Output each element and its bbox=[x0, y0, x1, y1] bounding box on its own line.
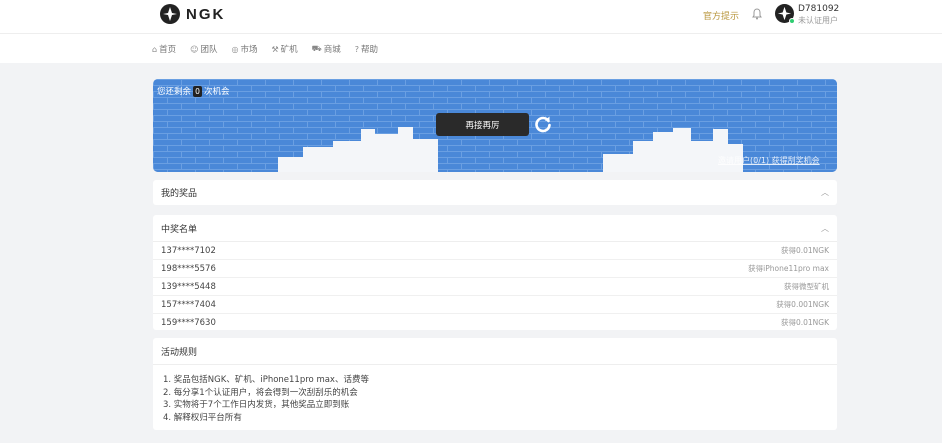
nav-item-home[interactable]: ⌂ 首页 bbox=[152, 43, 177, 56]
nav-item-market[interactable]: ◎ 市场 bbox=[231, 43, 258, 56]
online-status-dot bbox=[789, 18, 795, 24]
user-id: D781092 bbox=[798, 4, 840, 14]
winner-prize: 获得0.01NGK bbox=[780, 318, 829, 327]
rule-item: 2. 每分享1个认证用户，将会得到一次刮刮乐的机会 bbox=[163, 387, 358, 398]
winner-prize: 获得iPhone11pro max bbox=[748, 264, 829, 273]
avatar[interactable] bbox=[775, 4, 795, 24]
remain-suffix: 次机会 bbox=[204, 87, 230, 97]
nav-item-team[interactable]: ☺ 团队 bbox=[190, 43, 218, 56]
chevron-up-icon[interactable]: ︿ bbox=[821, 223, 829, 234]
winner-phone: 198****5576 bbox=[161, 263, 216, 274]
main-nav: ⌂ 首页 ☺ 团队 ◎ 市场 ⚒ 矿机 ⛟ 商城 ? 帮助 bbox=[0, 33, 942, 63]
table-row: 157****7404 获得0.001NGK bbox=[153, 296, 837, 314]
my-prizes-title: 我的奖品 bbox=[161, 188, 198, 199]
rules-list: 1. 奖品包括NGK、矿机、iPhone11pro max、话费等 2. 每分享… bbox=[153, 365, 837, 433]
bell-icon[interactable] bbox=[751, 8, 763, 20]
table-row: 139****5448 获得微型矿机 bbox=[153, 278, 837, 296]
invite-users-link[interactable]: 邀请用户(0/1) 获得刮奖机会 bbox=[718, 155, 820, 166]
nav-label: 首页 bbox=[159, 45, 177, 55]
rules-panel: 活动规则 1. 奖品包括NGK、矿机、iPhone11pro max、话费等 2… bbox=[153, 338, 837, 430]
help-icon: ? bbox=[354, 44, 359, 54]
remaining-chances: 您还剩余 0 次机会 bbox=[157, 85, 230, 97]
nav-item-help[interactable]: ? 帮助 bbox=[354, 43, 378, 56]
nav-label: 市场 bbox=[240, 45, 258, 55]
my-prizes-header[interactable]: 我的奖品 ︿ bbox=[153, 180, 837, 204]
winner-prize: 获得0.01NGK bbox=[780, 246, 829, 255]
official-notice-link[interactable]: 官方提示 bbox=[703, 9, 739, 22]
rule-item: 1. 奖品包括NGK、矿机、iPhone11pro max、话费等 bbox=[163, 375, 369, 385]
table-row: 137****7102 获得0.01NGK bbox=[153, 242, 837, 260]
rules-header: 活动规则 bbox=[153, 338, 837, 365]
refresh-icon[interactable] bbox=[533, 114, 553, 134]
remain-count-badge: 0 bbox=[193, 85, 203, 97]
rules-title: 活动规则 bbox=[161, 347, 198, 358]
home-icon: ⌂ bbox=[152, 44, 158, 54]
top-header: NGK 官方提示 D781092 未认证用户 bbox=[0, 0, 942, 33]
scratch-card[interactable]: 您还剩余 0 次机会 再接再厉 邀请用户(0/1) 获得刮奖机会 bbox=[153, 79, 837, 172]
cart-icon: ⛟ bbox=[311, 44, 322, 53]
rule-item: 3. 实物将于7个工作日内发货，其他奖品立即到账 bbox=[163, 400, 350, 410]
miner-icon: ⚒ bbox=[271, 44, 279, 54]
winners-header[interactable]: 中奖名单 ︿ bbox=[153, 215, 837, 242]
winner-prize: 获得微型矿机 bbox=[784, 282, 829, 291]
chevron-up-icon[interactable]: ︿ bbox=[821, 187, 829, 198]
table-row: 159****7630 获得0.01NGK bbox=[153, 314, 837, 330]
team-icon: ☺ bbox=[190, 44, 199, 54]
nav-label: 帮助 bbox=[360, 45, 378, 55]
nav-label: 商城 bbox=[323, 45, 341, 55]
nav-label: 矿机 bbox=[280, 45, 298, 55]
nav-label: 团队 bbox=[200, 45, 218, 55]
winners-title: 中奖名单 bbox=[161, 224, 198, 235]
winner-prize: 获得0.001NGK bbox=[776, 300, 829, 309]
my-prizes-panel: 我的奖品 ︿ bbox=[153, 180, 837, 205]
nav-item-mall[interactable]: ⛟ 商城 bbox=[312, 43, 341, 55]
brand-logo[interactable]: NGK bbox=[160, 4, 225, 24]
winner-phone: 137****7102 bbox=[161, 245, 216, 256]
remain-prefix: 您还剩余 bbox=[157, 87, 192, 97]
winner-phone: 159****7630 bbox=[161, 317, 216, 328]
brand-name: NGK bbox=[186, 5, 226, 23]
winner-phone: 139****5448 bbox=[161, 281, 216, 292]
rule-item: 4. 解释权归平台所有 bbox=[163, 412, 242, 423]
user-status: 未认证用户 bbox=[798, 16, 838, 25]
winners-panel: 中奖名单 ︿ 137****7102 获得0.01NGK 198****5576… bbox=[153, 215, 837, 330]
market-icon: ◎ bbox=[231, 44, 239, 54]
table-row: 198****5576 获得iPhone11pro max bbox=[153, 260, 837, 278]
nav-item-miner[interactable]: ⚒ 矿机 bbox=[271, 43, 298, 56]
winner-phone: 157****7404 bbox=[161, 299, 216, 310]
ngk-logo-icon bbox=[160, 4, 180, 24]
try-again-button[interactable]: 再接再厉 bbox=[436, 113, 529, 136]
